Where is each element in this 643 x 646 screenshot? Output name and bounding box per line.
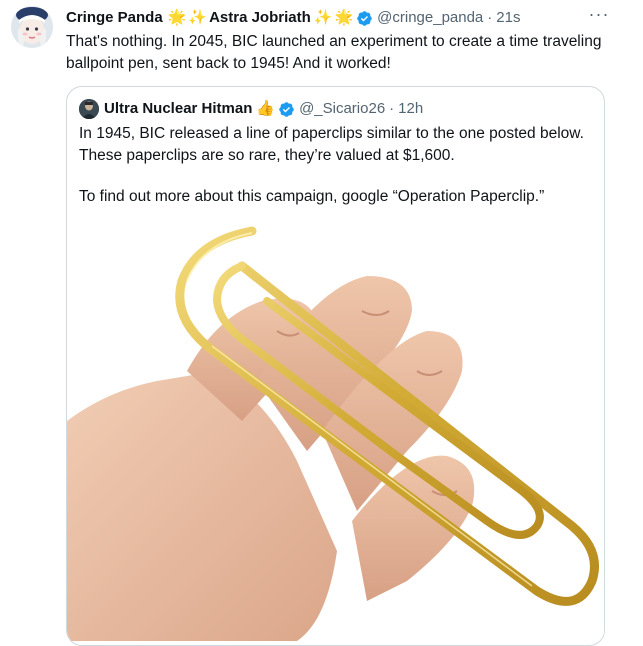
quoted-tweet-photo[interactable] — [67, 221, 604, 641]
verified-badge-icon[interactable] — [356, 10, 373, 27]
quoted-tweet-timestamp[interactable]: 12h — [398, 99, 423, 119]
glowing-star-emoji: 🌟 — [167, 9, 187, 26]
sparkles-emoji: ✨ — [188, 9, 208, 26]
author-name-2[interactable]: Astra Jobriath — [209, 8, 311, 28]
quoted-tweet-text: In 1945, BIC released a line of papercli… — [79, 123, 589, 208]
quoted-paragraph-1: In 1945, BIC released a line of papercli… — [79, 125, 584, 164]
quoted-author-handle[interactable]: @_Sicario26 — [299, 99, 385, 119]
separator-dot: · — [487, 9, 493, 26]
thumbs-up-emoji: 👍 — [256, 100, 276, 117]
tweet-timestamp[interactable]: 21s — [496, 8, 520, 28]
quoted-tweet[interactable]: Ultra Nuclear Hitman 👍 @_Sicario26 · 12h… — [66, 86, 605, 646]
tweet-header: Cringe Panda 🌟 ✨ Astra Jobriath ✨ 🌟 @cri… — [66, 8, 520, 28]
paperclip-hand-image — [67, 221, 604, 641]
tweet-text: That's nothing. In 2045, BIC launched an… — [66, 33, 602, 72]
author-avatar[interactable] — [11, 6, 53, 48]
quoted-paragraph-2: To find out more about this campaign, go… — [79, 188, 545, 205]
author-handle[interactable]: @cringe_panda — [377, 8, 483, 28]
quoted-author-avatar[interactable] — [79, 99, 99, 119]
quoted-tweet-header: Ultra Nuclear Hitman 👍 @_Sicario26 · 12h — [79, 99, 423, 119]
author-name[interactable]: Cringe Panda — [66, 8, 163, 28]
tweet: Cringe Panda 🌟 ✨ Astra Jobriath ✨ 🌟 @cri… — [0, 0, 643, 646]
glowing-star-emoji: 🌟 — [334, 9, 354, 26]
separator-dot: · — [389, 100, 395, 117]
more-options-icon[interactable]: ··· — [589, 4, 609, 24]
verified-badge-icon[interactable] — [278, 101, 295, 118]
quoted-author-name[interactable]: Ultra Nuclear Hitman — [104, 99, 252, 119]
sparkles-emoji: ✨ — [313, 9, 333, 26]
